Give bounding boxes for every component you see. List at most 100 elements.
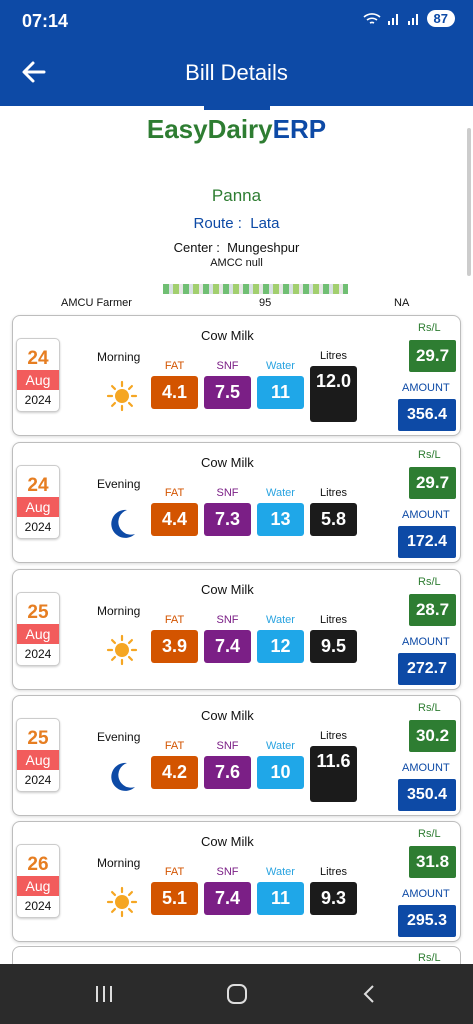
fat-value: 4.4 [151, 503, 198, 536]
date-day: 26 [27, 854, 49, 875]
redacted-text [163, 284, 348, 294]
litres-value: 9.5 [310, 630, 357, 663]
list-item[interactable]: 25 Aug 2024 Cow Milk Evening FAT SNF Water Litre… [12, 695, 461, 816]
amount-value: 295.3 [398, 905, 456, 937]
battery-badge: 87 [426, 10, 455, 27]
status-time: 07:14 [22, 11, 69, 31]
snf-label: SNF [216, 740, 239, 752]
fat-label: FAT [164, 614, 185, 626]
home-icon[interactable] [225, 982, 249, 1006]
center-info: Center : Mungeshpur [173, 240, 300, 255]
date-month: Aug [17, 497, 59, 517]
signal-icon-2 [407, 13, 418, 25]
date-month: Aug [17, 624, 59, 644]
date-day: 24 [27, 475, 49, 496]
shift-label: Morning [97, 350, 141, 364]
litres-value: 12.0 [310, 366, 357, 422]
back-nav-icon[interactable] [358, 982, 382, 1006]
amcc-info: AMCC null [210, 257, 263, 269]
date-month: Aug [17, 370, 59, 390]
fat-value: 4.2 [151, 756, 198, 789]
fat-label: FAT [164, 740, 185, 752]
status-icons: 87 [362, 10, 455, 27]
rate-value: 28.7 [409, 594, 456, 626]
amount-value: 272.7 [398, 653, 456, 685]
shift-label: Evening [97, 730, 141, 744]
recents-icon[interactable] [92, 982, 116, 1006]
snf-value: 7.5 [204, 376, 251, 409]
water-value: 10 [257, 756, 304, 789]
water-label: Water [266, 487, 295, 499]
rate-value: 30.2 [409, 720, 456, 752]
amount-label: AMOUNT [402, 888, 450, 900]
date-badge: 26 Aug 2024 [16, 844, 60, 918]
date-year: 2024 [24, 773, 52, 787]
water-label: Water [266, 740, 295, 752]
litres-value: 5.8 [310, 503, 357, 536]
water-label: Water [266, 866, 295, 878]
page-title: Bill Details [185, 60, 288, 85]
farmer-extra: NA [394, 297, 410, 309]
litres-value: 11.6 [310, 746, 357, 802]
litres-value: 9.3 [310, 882, 357, 915]
litres-label: Litres [320, 866, 347, 878]
rate-label: Rs/L [418, 828, 441, 840]
status-bar: 07:14 87 [0, 0, 473, 44]
litres-label: Litres [320, 350, 347, 362]
litres-label: Litres [320, 730, 347, 742]
amount-label: AMOUNT [402, 636, 450, 648]
logo: EasyDairy ERP [146, 113, 327, 144]
milk-type: Cow Milk [201, 708, 254, 723]
route-info: Route : Lata [193, 215, 280, 232]
app-bar: 07:14 87 Bill Details [0, 0, 473, 106]
date-badge: 24 Aug 2024 [16, 338, 60, 412]
sun-icon [105, 633, 139, 667]
date-day: 25 [27, 728, 49, 749]
farmer-name: Panna [211, 186, 262, 205]
fat-value: 3.9 [151, 630, 198, 663]
shift-label: Morning [97, 604, 141, 618]
milk-type: Cow Milk [201, 834, 254, 849]
snf-label: SNF [216, 866, 239, 878]
date-badge: 25 Aug 2024 [16, 592, 60, 666]
amount-value: 172.4 [398, 526, 456, 558]
rate-value: 29.7 [409, 340, 456, 372]
water-value: 13 [257, 503, 304, 536]
amount-label: AMOUNT [402, 382, 450, 394]
fat-label: FAT [164, 360, 185, 372]
system-nav-bar [0, 964, 473, 1024]
date-month: Aug [17, 750, 59, 770]
signal-icon [387, 13, 398, 25]
sun-icon [105, 885, 139, 919]
water-value: 11 [257, 882, 304, 915]
wifi-icon [362, 12, 381, 24]
milk-type: Cow Milk [201, 328, 254, 343]
rate-value: 29.7 [409, 467, 456, 499]
amount-label: AMOUNT [402, 509, 450, 521]
list-item[interactable]: 26 Aug 2024 Cow Milk Morning FAT SNF Water Litre… [12, 821, 461, 942]
snf-value: 7.4 [204, 882, 251, 915]
rate-label: Rs/L [418, 449, 441, 461]
list-item[interactable]: 24 Aug 2024 Cow Milk Evening FAT SNF Water Litre… [12, 442, 461, 563]
fat-label: FAT [164, 487, 185, 499]
litres-label: Litres [320, 614, 347, 626]
shift-label: Evening [97, 477, 141, 491]
rate-label: Rs/L [418, 576, 441, 588]
litres-label: Litres [320, 487, 347, 499]
date-badge: 24 Aug 2024 [16, 465, 60, 539]
milk-type: Cow Milk [201, 582, 254, 597]
list-item[interactable]: 25 Aug 2024 Cow Milk Morning FAT SNF Water Litre… [12, 569, 461, 690]
snf-label: SNF [216, 360, 239, 372]
date-month: Aug [17, 876, 59, 896]
snf-value: 7.6 [204, 756, 251, 789]
snf-label: SNF [216, 614, 239, 626]
amount-value: 350.4 [398, 779, 456, 811]
fat-value: 5.1 [151, 882, 198, 915]
moon-icon [105, 759, 139, 793]
list-item[interactable]: 24 Aug 2024 Cow Milk Morning FAT SNF Water Litre… [12, 315, 461, 436]
date-year: 2024 [24, 647, 52, 661]
rate-value: 31.8 [409, 846, 456, 878]
water-value: 12 [257, 630, 304, 663]
date-day: 25 [27, 602, 49, 623]
date-year: 2024 [24, 393, 52, 407]
